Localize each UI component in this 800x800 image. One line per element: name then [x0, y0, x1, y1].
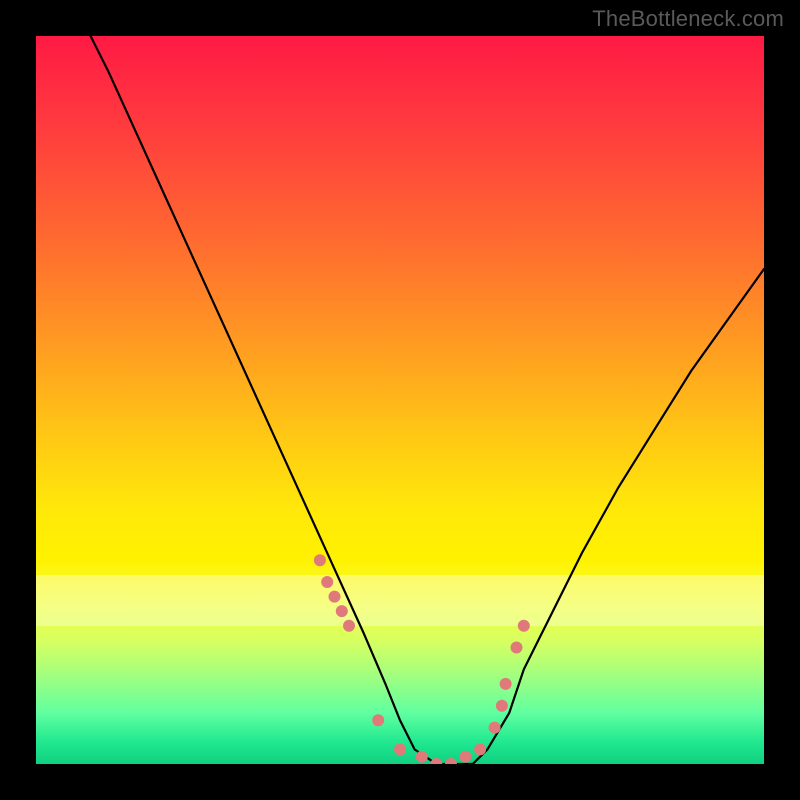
highlight-dot	[511, 642, 523, 654]
highlight-dot	[394, 743, 406, 755]
highlight-dot	[474, 743, 486, 755]
highlight-dot	[321, 576, 333, 588]
highlight-dot	[489, 722, 501, 734]
highlight-dot	[500, 678, 512, 690]
highlight-dot	[496, 700, 508, 712]
watermark-text: TheBottleneck.com	[592, 6, 784, 32]
chart-frame: TheBottleneck.com	[0, 0, 800, 800]
highlight-dot	[314, 554, 326, 566]
plot-area	[36, 36, 764, 764]
highlight-dot	[329, 591, 341, 603]
highlight-dot	[343, 620, 355, 632]
highlight-dot	[372, 714, 384, 726]
highlight-dot	[460, 751, 472, 763]
highlight-dot	[336, 605, 348, 617]
highlight-dot	[518, 620, 530, 632]
bottleneck-curve	[36, 36, 764, 764]
highlight-dot	[430, 758, 442, 764]
highlight-dot	[416, 751, 428, 763]
highlight-dots	[314, 554, 530, 764]
curve-layer	[36, 36, 764, 764]
highlight-dot	[445, 758, 457, 764]
